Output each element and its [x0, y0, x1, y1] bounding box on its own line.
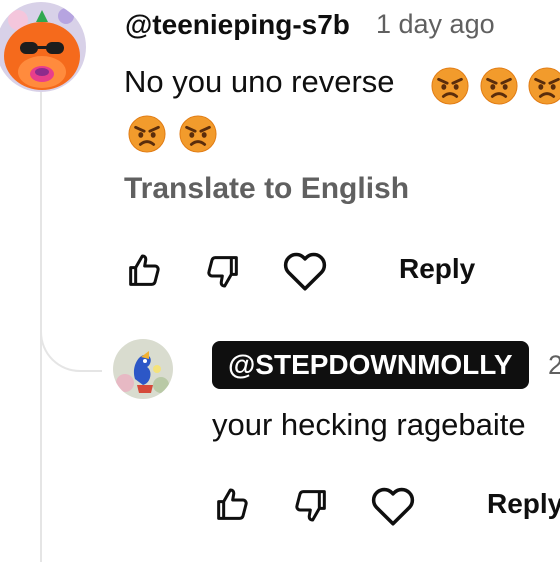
- pouting-face-emoji: [528, 67, 560, 105]
- reply-avatar[interactable]: [113, 339, 173, 399]
- reply-button[interactable]: Reply: [399, 253, 475, 285]
- comment-text: No you uno reverse: [124, 64, 395, 99]
- reply-reply-button[interactable]: Reply: [487, 488, 560, 520]
- reply-timestamp[interactable]: 2: [548, 350, 560, 381]
- pouting-face-emoji: [431, 67, 469, 105]
- thread-connector: [40, 300, 102, 372]
- reply-author-chip[interactable]: @STEPDOWNMOLLY: [212, 341, 529, 389]
- pouting-face-emoji: [128, 115, 166, 153]
- thumbs-down-icon: [291, 485, 331, 525]
- pouting-face-emoji: [480, 67, 518, 105]
- heart-icon: [280, 246, 330, 296]
- thumbs-up-icon: [212, 485, 252, 525]
- heart-button[interactable]: [278, 245, 332, 297]
- comment-timestamp[interactable]: 1 day ago: [376, 9, 495, 40]
- heart-icon: [368, 481, 418, 531]
- translate-link[interactable]: Translate to English: [124, 172, 409, 206]
- thumbs-down-icon: [203, 251, 243, 291]
- reply-heart-button[interactable]: [366, 480, 420, 532]
- thumbs-up-icon: [124, 251, 164, 291]
- like-button[interactable]: [122, 249, 166, 293]
- pouting-face-emoji: [179, 115, 217, 153]
- dislike-button[interactable]: [201, 249, 245, 293]
- reply-like-button[interactable]: [210, 483, 254, 527]
- reply-dislike-button[interactable]: [289, 483, 333, 527]
- avatar[interactable]: [0, 2, 86, 92]
- comment-author[interactable]: @teenieping-s7b: [125, 9, 350, 41]
- avatar-image: [0, 2, 86, 92]
- avatar-image: [113, 339, 173, 399]
- reply-text: your hecking ragebaite: [212, 407, 526, 442]
